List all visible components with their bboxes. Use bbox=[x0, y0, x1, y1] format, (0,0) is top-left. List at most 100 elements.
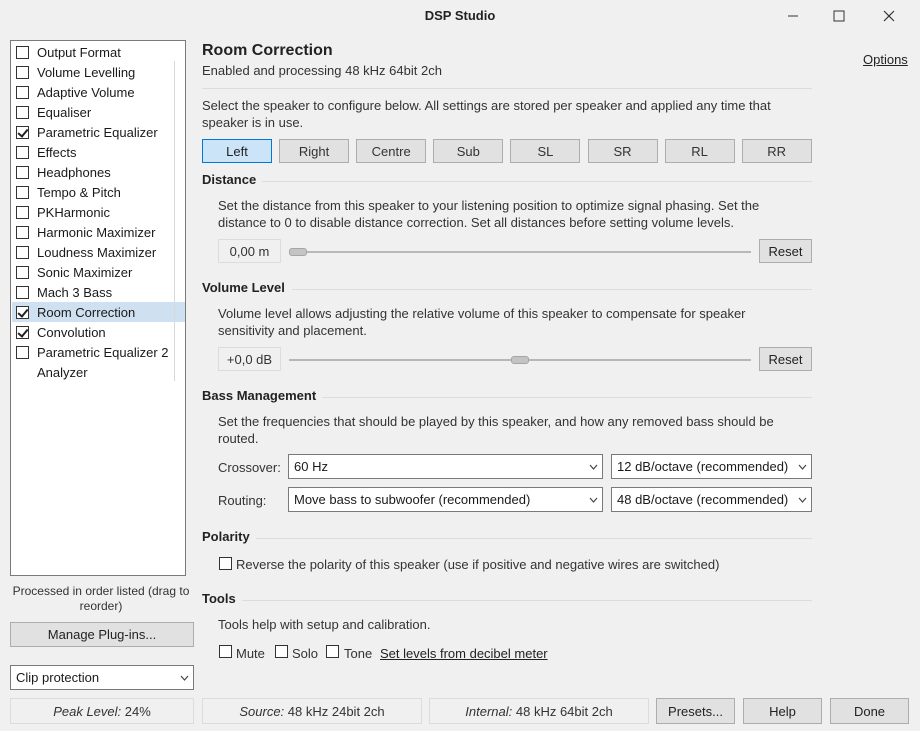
peak-level-label: Peak Level: bbox=[53, 703, 122, 719]
volume-slider-thumb[interactable] bbox=[511, 356, 529, 364]
sidebar-item-checkbox[interactable] bbox=[16, 345, 29, 359]
sidebar-item-label: Loudness Maximizer bbox=[37, 244, 157, 260]
clip-protection-select[interactable]: Clip protection bbox=[10, 665, 194, 690]
internal-status: Internal: 48 kHz 64bit 2ch bbox=[429, 698, 649, 724]
done-button[interactable]: Done bbox=[830, 698, 909, 724]
minimize-icon bbox=[788, 15, 798, 17]
speaker-button[interactable]: RL bbox=[664, 139, 735, 163]
sidebar-item[interactable]: Parametric Equalizer 2 bbox=[12, 342, 185, 362]
sidebar-item[interactable]: PKHarmonic bbox=[12, 202, 185, 222]
solo-label: Solo bbox=[292, 646, 319, 661]
sidebar-item-checkbox[interactable] bbox=[16, 285, 29, 299]
sidebar-item-checkbox[interactable] bbox=[16, 185, 29, 199]
sidebar-item[interactable]: Mach 3 Bass bbox=[12, 282, 185, 302]
speaker-button[interactable]: Centre bbox=[356, 139, 427, 163]
solo-checkbox[interactable] bbox=[275, 645, 288, 658]
distance-desc-line-2: distance to 0 to disable distance correc… bbox=[218, 215, 734, 230]
sidebar-item-checkbox[interactable] bbox=[16, 125, 29, 139]
sidebar-item-label: Harmonic Maximizer bbox=[37, 224, 156, 240]
sidebar-item-checkbox[interactable] bbox=[16, 165, 29, 179]
decibel-meter-link[interactable]: Set levels from decibel meter bbox=[380, 646, 548, 661]
volume-desc-line-2: sensitivity and placement. bbox=[218, 323, 367, 338]
sidebar-item-label: Output Format bbox=[37, 44, 121, 60]
close-button[interactable] bbox=[866, 0, 912, 32]
sidebar-item[interactable]: Harmonic Maximizer bbox=[12, 222, 185, 242]
sidebar-item-checkbox[interactable] bbox=[16, 245, 29, 259]
routing-slope-value: 48 dB/octave (recommended) bbox=[617, 492, 789, 507]
sidebar-item[interactable]: Volume Levelling bbox=[12, 62, 185, 82]
sidebar-item-checkbox[interactable] bbox=[16, 145, 29, 159]
sidebar-item-checkbox[interactable] bbox=[16, 85, 29, 99]
speaker-button[interactable]: RR bbox=[741, 139, 812, 163]
routing-slope-select[interactable]: 48 dB/octave (recommended) bbox=[611, 487, 812, 512]
volume-reset-button[interactable]: Reset bbox=[759, 347, 812, 371]
sidebar-item[interactable]: Adaptive Volume bbox=[12, 82, 185, 102]
sidebar-item[interactable]: Room Correction bbox=[12, 302, 185, 322]
sidebar-item[interactable]: Equaliser bbox=[12, 102, 185, 122]
plugin-list-scrollbar[interactable] bbox=[174, 61, 175, 381]
distance-divider bbox=[262, 181, 812, 182]
clip-protection-value: Clip protection bbox=[16, 670, 100, 685]
minimize-button[interactable] bbox=[770, 0, 816, 32]
speaker-button[interactable]: Right bbox=[279, 139, 350, 163]
distance-reset-button[interactable]: Reset bbox=[759, 239, 812, 263]
plugin-list[interactable]: Output Format Volume Levelling Adaptive Vo… bbox=[10, 40, 186, 576]
crossover-slope-select[interactable]: 12 dB/octave (recommended) bbox=[611, 454, 812, 479]
maximize-button[interactable] bbox=[816, 0, 862, 32]
reverse-polarity-checkbox[interactable] bbox=[219, 557, 232, 570]
volume-divider bbox=[292, 289, 812, 290]
distance-slider-track[interactable] bbox=[289, 251, 751, 253]
bass-desc-line-2: routed. bbox=[218, 431, 259, 446]
speaker-button[interactable]: Sub bbox=[433, 139, 504, 163]
sidebar-item-label: Headphones bbox=[37, 164, 111, 180]
options-link[interactable]: Options bbox=[863, 52, 908, 67]
manage-plugins-button[interactable]: Manage Plug-ins... bbox=[10, 622, 194, 647]
sidebar-item-checkbox[interactable] bbox=[16, 105, 29, 119]
mute-checkbox[interactable] bbox=[219, 645, 232, 658]
tone-checkbox[interactable] bbox=[326, 645, 339, 658]
tools-heading: Tools bbox=[202, 591, 236, 606]
sidebar-item[interactable]: Analyzer bbox=[12, 362, 185, 382]
crossover-slope-value: 12 dB/octave (recommended) bbox=[617, 459, 789, 474]
source-status: Source: 48 kHz 24bit 2ch bbox=[202, 698, 422, 724]
speaker-button[interactable]: SR bbox=[587, 139, 658, 163]
intro-text-line-2: speaker is in use. bbox=[202, 115, 304, 130]
sidebar-item-checkbox[interactable] bbox=[16, 65, 29, 79]
crossover-select[interactable]: 60 Hz bbox=[288, 454, 603, 479]
presets-button[interactable]: Presets... bbox=[656, 698, 735, 724]
help-button[interactable]: Help bbox=[743, 698, 822, 724]
sidebar-item-checkbox[interactable] bbox=[16, 265, 29, 279]
peak-level-value: 24% bbox=[124, 703, 151, 719]
sidebar-item[interactable]: Loudness Maximizer bbox=[12, 242, 185, 262]
bass-divider bbox=[322, 397, 812, 398]
sidebar-item[interactable]: Effects bbox=[12, 142, 185, 162]
sidebar-item[interactable]: Parametric Equalizer bbox=[12, 122, 185, 142]
crossover-value: 60 Hz bbox=[294, 459, 328, 474]
sidebar-item-label: Convolution bbox=[37, 324, 106, 340]
mute-label: Mute bbox=[236, 646, 265, 661]
reverse-polarity-label: Reverse the polarity of this speaker (us… bbox=[236, 557, 720, 572]
sidebar-item[interactable]: Headphones bbox=[12, 162, 185, 182]
sidebar-item-checkbox[interactable] bbox=[16, 305, 29, 319]
sidebar-item[interactable]: Convolution bbox=[12, 322, 185, 342]
sidebar-item-checkbox[interactable] bbox=[16, 205, 29, 219]
sidebar-item-checkbox[interactable] bbox=[16, 325, 29, 339]
sidebar-item-label: Equaliser bbox=[37, 104, 92, 120]
sidebar-item[interactable]: Output Format bbox=[12, 42, 185, 62]
distance-slider-thumb[interactable] bbox=[289, 248, 307, 256]
sidebar-item-label: Room Correction bbox=[37, 304, 136, 320]
speaker-button[interactable]: Left bbox=[202, 139, 272, 163]
internal-value: 48 kHz 64bit 2ch bbox=[515, 703, 613, 719]
routing-select[interactable]: Move bass to subwoofer (recommended) bbox=[288, 487, 603, 512]
sidebar-item-label: Tempo & Pitch bbox=[37, 184, 121, 200]
speaker-button[interactable]: SL bbox=[510, 139, 581, 163]
polarity-divider bbox=[256, 538, 812, 539]
sidebar-item-checkbox[interactable] bbox=[16, 45, 29, 59]
sidebar-item-checkbox[interactable] bbox=[16, 225, 29, 239]
chevron-down-icon bbox=[589, 497, 598, 503]
sidebar-item[interactable]: Sonic Maximizer bbox=[12, 262, 185, 282]
sidebar-item[interactable]: Tempo & Pitch bbox=[12, 182, 185, 202]
routing-value: Move bass to subwoofer (recommended) bbox=[294, 492, 531, 507]
page-title: Room Correction bbox=[202, 42, 333, 59]
sidebar-item-label: Effects bbox=[37, 144, 77, 160]
